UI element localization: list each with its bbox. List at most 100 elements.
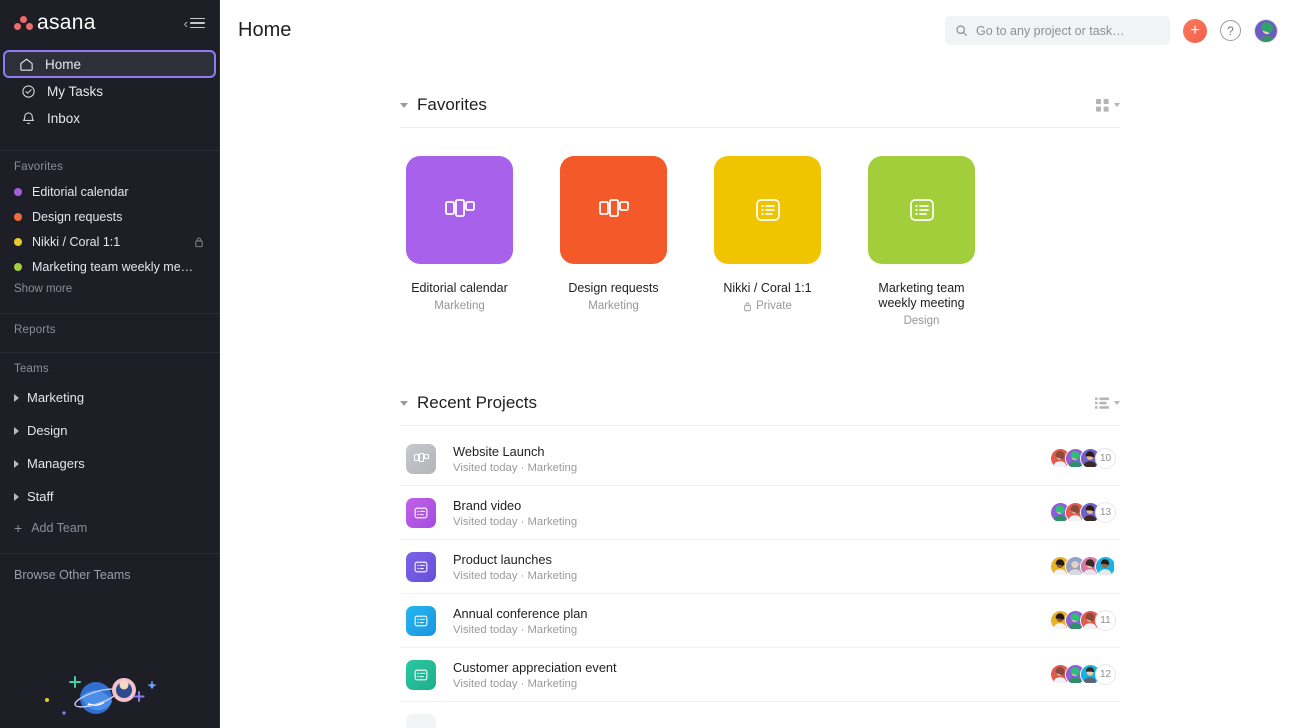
- quick-add-button[interactable]: +: [1183, 19, 1207, 43]
- table-row[interactable]: Product launches Visited today · Marketi…: [400, 540, 1120, 594]
- asana-logo[interactable]: asana: [14, 11, 96, 35]
- table-row-partial[interactable]: [400, 702, 1120, 728]
- project-text: Website Launch Visited today · Marketing: [453, 444, 577, 474]
- asana-logo-icon: [14, 16, 33, 30]
- sidebar-favorite-nikki-coral-1-1[interactable]: Nikki / Coral 1:1: [0, 229, 219, 254]
- list-view-icon: [413, 505, 429, 521]
- table-row[interactable]: Website Launch Visited today · Marketing…: [400, 432, 1120, 486]
- project-text: Brand video Visited today · Marketing: [453, 498, 577, 528]
- sidebar-team-label: Managers: [27, 456, 85, 471]
- search-icon: [955, 24, 968, 37]
- board-view-icon: [413, 451, 430, 466]
- chevron-right-icon: [14, 427, 19, 435]
- sidebar-team-staff[interactable]: Staff: [0, 480, 219, 513]
- collapse-recent-projects-icon[interactable]: [400, 401, 408, 406]
- top-bar: Home + ?: [220, 0, 1300, 61]
- chevron-down-icon: [1114, 401, 1120, 405]
- project-meta: Visited today · Marketing: [453, 570, 577, 582]
- collapse-sidebar-button[interactable]: ‹: [184, 17, 205, 30]
- favorite-card-marketing-team-weekly-meeting[interactable]: Marketing team weekly meeting Design: [868, 156, 975, 327]
- reports-section-label[interactable]: Reports: [0, 314, 219, 342]
- project-text: Customer appreciation event Visited toda…: [453, 660, 617, 690]
- table-row[interactable]: Customer appreciation event Visited toda…: [400, 648, 1120, 702]
- global-search[interactable]: [945, 16, 1170, 45]
- show-more-favorites-button[interactable]: Show more: [0, 279, 219, 303]
- table-row[interactable]: Annual conference plan Visited today · M…: [400, 594, 1120, 648]
- project-icon: [406, 498, 436, 528]
- favorite-card-tile: [714, 156, 821, 264]
- favorite-card-subtitle: Marketing: [406, 300, 513, 312]
- chevron-down-icon: [1114, 103, 1120, 107]
- project-icon: [406, 606, 436, 636]
- plus-icon: +: [1190, 23, 1199, 39]
- collapse-favorites-icon[interactable]: [400, 103, 408, 108]
- favorites-section-label: Favorites: [0, 151, 219, 179]
- project-icon: [406, 444, 436, 474]
- member-overflow-count[interactable]: 11: [1095, 610, 1116, 631]
- member-overflow-count[interactable]: 10: [1095, 448, 1116, 469]
- check-circle-icon: [20, 83, 36, 99]
- profile-avatar[interactable]: [1254, 19, 1278, 43]
- sidebar-item-my-tasks[interactable]: My Tasks: [6, 78, 213, 104]
- sidebar-team-design[interactable]: Design: [0, 414, 219, 447]
- favorite-card-design-requests[interactable]: Design requests Marketing: [560, 156, 667, 327]
- sidebar-team-label: Design: [27, 423, 67, 438]
- sidebar-item-label: Inbox: [47, 111, 80, 126]
- content-inner: Favorites: [400, 61, 1120, 728]
- project-icon: [406, 552, 436, 582]
- browse-other-teams-button[interactable]: Browse Other Teams: [0, 554, 219, 596]
- sidebar-team-marketing[interactable]: Marketing: [0, 381, 219, 414]
- project-name: Brand video: [453, 498, 577, 513]
- sidebar-favorite-design-requests[interactable]: Design requests: [0, 204, 219, 229]
- favorite-card-subtitle: Private: [714, 300, 821, 312]
- home-icon: [18, 56, 34, 72]
- sidebar-favorite-label: Editorial calendar: [32, 185, 205, 199]
- sidebar-team-managers[interactable]: Managers: [0, 447, 219, 480]
- page-title: Home: [238, 19, 291, 42]
- project-meta: Visited today · Marketing: [453, 516, 577, 528]
- member-avatars: 13: [1050, 502, 1116, 523]
- add-team-button[interactable]: + Add Team: [0, 513, 219, 543]
- project-color-dot: [14, 238, 22, 246]
- favorites-section-title: Favorites: [417, 95, 487, 115]
- search-input[interactable]: [976, 24, 1160, 38]
- bell-icon: [20, 110, 36, 126]
- favorite-card-title: Nikki / Coral 1:1: [714, 281, 821, 296]
- sidebar-favorite-marketing-team-weekly-meeting[interactable]: Marketing team weekly me…: [0, 254, 219, 279]
- sidebar-favorites-list: Editorial calendar Design requests Nikki…: [0, 179, 219, 279]
- favorite-card-subtitle-text: Private: [756, 300, 792, 312]
- question-mark-icon: ?: [1227, 24, 1234, 38]
- project-color-dot: [14, 213, 22, 221]
- sidebar-favorite-label: Nikki / Coral 1:1: [32, 235, 184, 249]
- favorites-view-switcher[interactable]: [1096, 99, 1120, 112]
- recent-projects-section: Recent Projects: [400, 393, 1120, 728]
- favorite-card-title: Marketing team weekly meeting: [868, 281, 975, 311]
- chevron-right-icon: [14, 460, 19, 468]
- recent-projects-view-switcher[interactable]: [1095, 397, 1120, 409]
- project-meta: Visited today · Marketing: [453, 678, 617, 690]
- sidebar-item-inbox[interactable]: Inbox: [6, 105, 213, 131]
- help-button[interactable]: ?: [1220, 20, 1241, 41]
- project-meta: Visited today · Marketing: [453, 624, 587, 636]
- sidebar-favorite-label: Design requests: [32, 210, 205, 224]
- top-bar-actions: + ?: [945, 16, 1278, 45]
- content-scroll-area: Favorites: [220, 61, 1300, 728]
- favorite-card-title: Editorial calendar: [406, 281, 513, 296]
- project-icon: [406, 714, 436, 728]
- favorite-card-nikki-coral-1-1[interactable]: Nikki / Coral 1:1 Private: [714, 156, 821, 327]
- board-view-icon: [597, 195, 631, 225]
- sidebar-item-label: Home: [45, 57, 81, 72]
- project-name: Annual conference plan: [453, 606, 587, 621]
- list-view-icon: [413, 613, 429, 629]
- avatar[interactable]: [1095, 556, 1116, 577]
- table-row[interactable]: Brand video Visited today · Marketing 13: [400, 486, 1120, 540]
- favorites-section-header: Favorites: [400, 95, 1120, 127]
- board-view-icon: [443, 195, 477, 225]
- sidebar-favorite-editorial-calendar[interactable]: Editorial calendar: [0, 179, 219, 204]
- member-overflow-count[interactable]: 12: [1095, 664, 1116, 685]
- favorite-card-tile: [406, 156, 513, 264]
- favorite-card-editorial-calendar[interactable]: Editorial calendar Marketing: [406, 156, 513, 327]
- chevron-right-icon: [14, 493, 19, 501]
- sidebar-item-home[interactable]: Home: [4, 51, 215, 77]
- member-overflow-count[interactable]: 13: [1095, 502, 1116, 523]
